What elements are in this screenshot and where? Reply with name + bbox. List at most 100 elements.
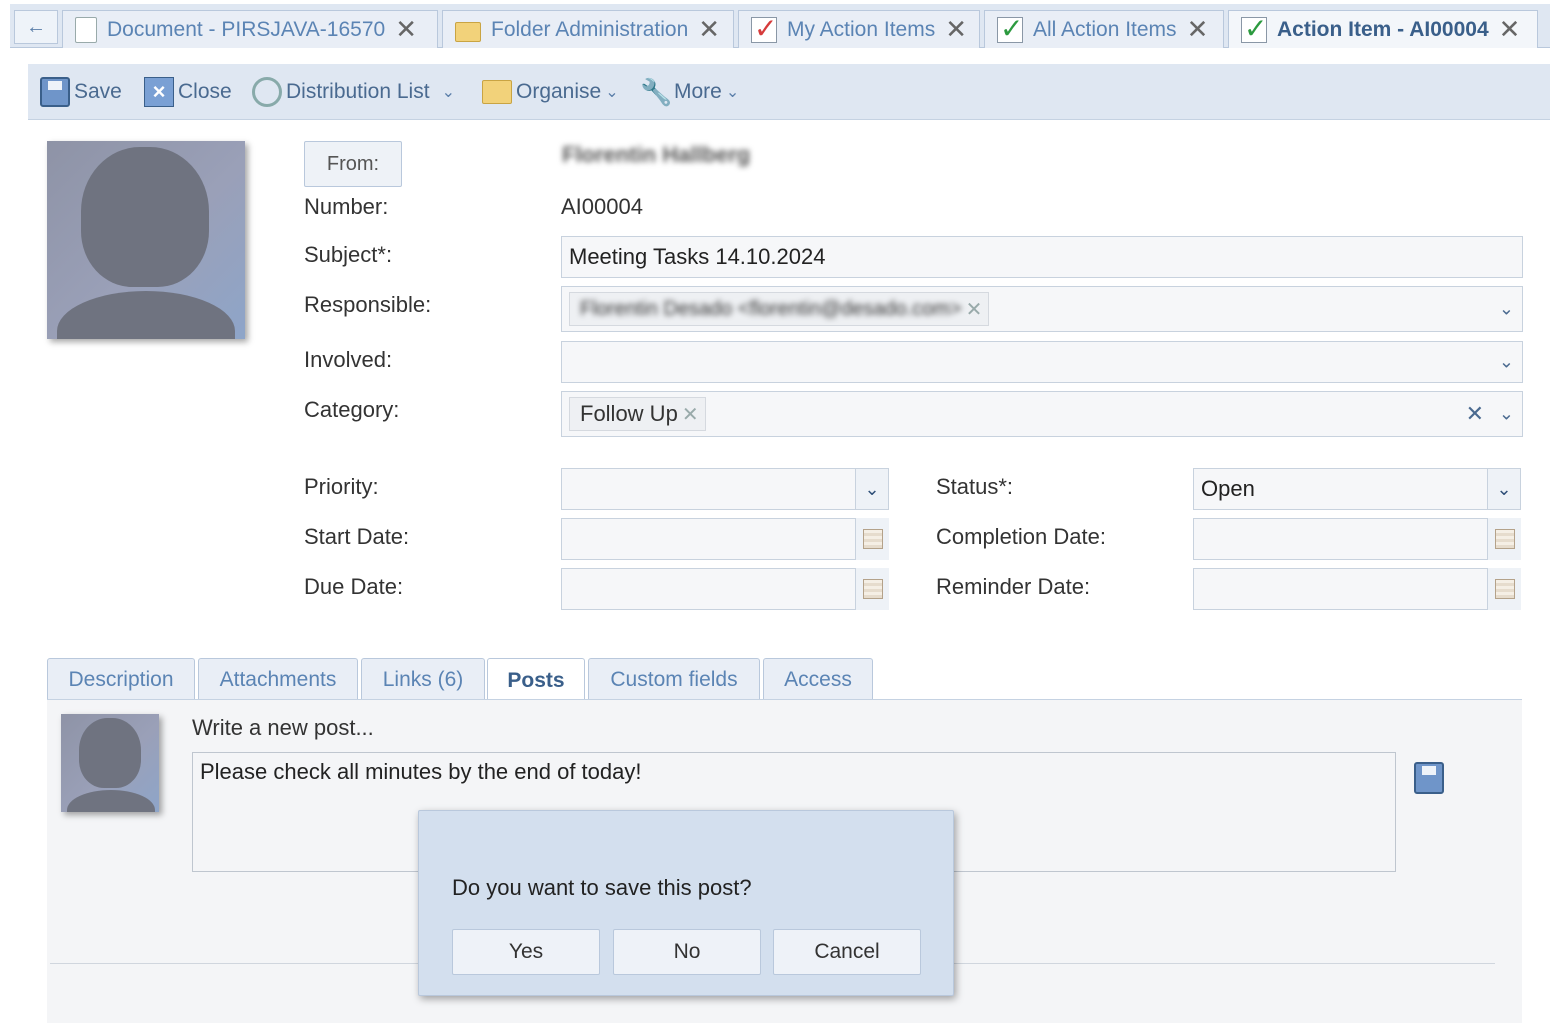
tab-custom-fields[interactable]: Custom fields xyxy=(588,658,760,700)
tab-description[interactable]: Description xyxy=(47,658,195,700)
calendar-button[interactable] xyxy=(1487,518,1521,560)
completion-date-label: Completion Date: xyxy=(936,524,1106,549)
tab-folder-administration[interactable]: Folder Administration ✕ xyxy=(442,10,734,48)
tab-label: Action Item - AI00004 xyxy=(1277,17,1489,41)
start-date-label: Start Date: xyxy=(304,524,410,549)
tab-posts[interactable]: Posts xyxy=(487,658,585,702)
subject-label: Subject*: xyxy=(304,242,393,267)
tab-label: Posts xyxy=(507,668,565,692)
save-post-dialog: Do you want to save this post? Yes No Ca… xyxy=(418,810,954,996)
calendar-button[interactable] xyxy=(855,518,889,560)
chevron-down-icon: ⌄ xyxy=(725,84,740,101)
folder-icon xyxy=(455,21,481,42)
tab-label: Folder Administration xyxy=(491,17,689,41)
tab-attachments[interactable]: Attachments xyxy=(198,658,358,700)
post-avatar xyxy=(61,714,159,812)
status-value: Open xyxy=(1201,476,1255,501)
from-button[interactable]: From: xyxy=(304,141,402,187)
close-icon: × xyxy=(144,77,174,107)
close-button[interactable]: × Close xyxy=(144,76,232,108)
tab-label: Custom fields xyxy=(610,667,738,691)
from-value: Florentin Hallberg xyxy=(562,142,751,167)
tab-label: Links (6) xyxy=(382,667,464,691)
tab-label: Access xyxy=(784,667,852,691)
subject-input[interactable]: Meeting Tasks 14.10.2024 xyxy=(561,236,1523,278)
chevron-down-icon: ⌄ xyxy=(441,84,455,101)
tab-label: My Action Items xyxy=(787,17,936,41)
remove-chip-icon[interactable]: ✕ xyxy=(682,402,699,427)
save-icon xyxy=(40,77,70,107)
due-date-input[interactable] xyxy=(561,568,889,610)
chevron-down-icon[interactable]: ⌄ xyxy=(855,468,889,510)
tab-label: All Action Items xyxy=(1033,17,1177,41)
responsible-label: Responsible: xyxy=(304,292,432,317)
reminder-date-label: Reminder Date: xyxy=(936,574,1091,599)
post-text: Please check all minutes by the end of t… xyxy=(200,759,642,784)
category-value: Follow Up xyxy=(580,401,678,426)
organise-button[interactable]: Organise ⌄ xyxy=(482,76,619,108)
yes-label: Yes xyxy=(508,940,544,963)
distribution-list-button[interactable]: Distribution List ⌄ xyxy=(252,76,455,108)
tab-label: Description xyxy=(68,667,174,691)
clear-icon[interactable]: ✕ xyxy=(1466,401,1484,427)
back-arrow-icon: ← xyxy=(26,15,46,38)
cancel-label: Cancel xyxy=(814,940,880,963)
tab-links[interactable]: Links (6) xyxy=(361,658,485,700)
calendar-button[interactable] xyxy=(1487,568,1521,610)
tab-label: Attachments xyxy=(219,667,337,691)
close-icon[interactable]: ✕ xyxy=(395,14,417,45)
cancel-button[interactable]: Cancel xyxy=(773,929,921,975)
chevron-down-icon[interactable]: ⌄ xyxy=(1487,468,1521,510)
calendar-icon xyxy=(862,579,883,599)
close-icon[interactable]: ✕ xyxy=(1187,14,1209,45)
priority-select[interactable]: ⌄ xyxy=(561,468,889,510)
no-button[interactable]: No xyxy=(613,929,761,975)
checkbox-green-icon xyxy=(1241,12,1267,45)
close-icon[interactable]: ✕ xyxy=(945,14,967,45)
category-select[interactable]: Follow Up ✕ ✕ ⌄ xyxy=(561,391,1523,437)
category-chip: Follow Up ✕ xyxy=(569,397,706,431)
category-label: Category: xyxy=(304,397,400,422)
wrench-icon: 🔧 xyxy=(640,77,673,107)
reminder-date-input[interactable] xyxy=(1193,568,1521,610)
avatar xyxy=(47,141,245,339)
chevron-down-icon[interactable]: ⌄ xyxy=(1499,404,1514,425)
save-button[interactable]: Save xyxy=(40,76,122,108)
calendar-icon xyxy=(1494,529,1515,549)
tab-all-action-items[interactable]: All Action Items ✕ xyxy=(984,10,1224,48)
chevron-down-icon[interactable]: ⌄ xyxy=(1499,299,1514,320)
from-label: From: xyxy=(326,152,380,175)
yes-button[interactable]: Yes xyxy=(452,929,600,975)
save-label: Save xyxy=(74,80,122,103)
back-arrow-button[interactable]: ← xyxy=(14,10,58,44)
calendar-button[interactable] xyxy=(855,568,889,610)
involved-label: Involved: xyxy=(304,347,393,372)
completion-date-input[interactable] xyxy=(1193,518,1521,560)
number-label: Number: xyxy=(304,194,389,219)
post-heading: Write a new post... xyxy=(192,715,374,740)
subject-value: Meeting Tasks 14.10.2024 xyxy=(569,244,826,269)
folder-icon xyxy=(482,80,512,104)
more-label: More xyxy=(674,80,722,103)
action-item-form: From: Florentin Hallberg Number: AI00004… xyxy=(10,122,1550,1023)
tab-document[interactable]: Document - PIRSJAVA-16570 ✕ xyxy=(62,10,438,48)
involved-select[interactable]: ⌄ xyxy=(561,341,1523,383)
tab-access[interactable]: Access xyxy=(763,658,873,700)
chevron-down-icon[interactable]: ⌄ xyxy=(1499,352,1514,373)
document-icon xyxy=(75,16,97,43)
remove-chip-icon[interactable]: ✕ xyxy=(966,297,983,322)
responsible-value: Florentin Desado <florentin@desado.com> xyxy=(580,297,962,320)
status-select[interactable]: Open ⌄ xyxy=(1193,468,1521,510)
status-label: Status*: xyxy=(936,474,1014,499)
close-icon[interactable]: ✕ xyxy=(698,14,720,45)
checkbox-red-icon xyxy=(751,12,777,45)
start-date-input[interactable] xyxy=(561,518,889,560)
distribution-list-label: Distribution List xyxy=(286,80,430,103)
save-post-icon[interactable] xyxy=(1414,762,1444,794)
responsible-select[interactable]: Florentin Desado <florentin@desado.com> … xyxy=(561,286,1523,332)
tab-my-action-items[interactable]: My Action Items ✕ xyxy=(738,10,980,48)
more-button[interactable]: 🔧 More ⌄ xyxy=(640,76,739,108)
toolbar: Save × Close Distribution List ⌄ Organis… xyxy=(28,64,1550,120)
close-icon[interactable]: ✕ xyxy=(1499,14,1521,45)
tab-action-item-ai00004[interactable]: Action Item - AI00004 ✕ xyxy=(1228,10,1538,48)
